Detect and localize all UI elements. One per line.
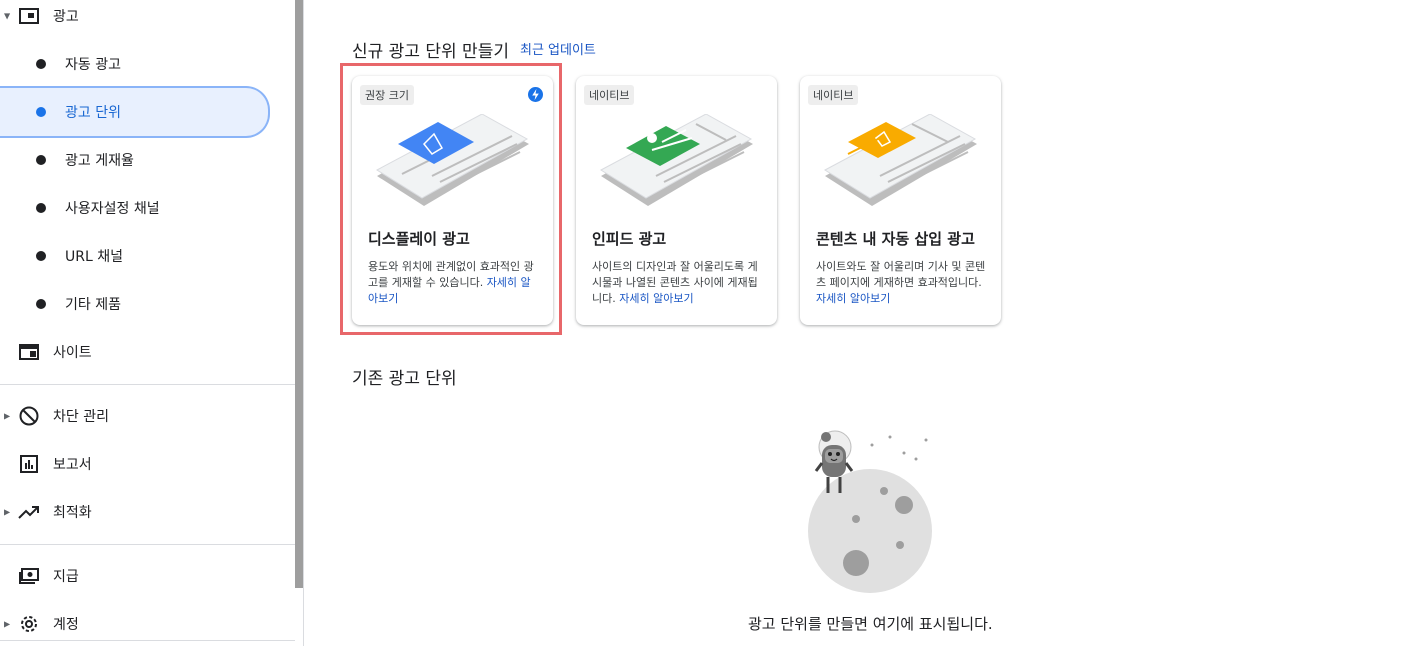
nav-blocking-label: 차단 관리 <box>53 409 109 425</box>
nav-sites-label: 사이트 <box>53 345 92 361</box>
in-feed-ad-card[interactable]: 네이티브 인피드 광고 사이트의 디자인과 잘 어울리도록 게시물과 나열된 콘… <box>576 76 777 325</box>
nav-other-products-label: 기타 제품 <box>65 297 121 313</box>
ads-icon <box>18 5 40 27</box>
sidebar-scrollbar[interactable] <box>295 0 303 588</box>
in-article-ad-illustration <box>824 114 977 206</box>
nav-ads-label: 광고 <box>53 9 79 25</box>
trending-up-icon <box>18 501 40 523</box>
nav-ad-units-label: 광고 단위 <box>65 105 121 121</box>
existing-ad-units-heading: 기존 광고 단위 <box>352 369 457 389</box>
display-ad-illustration <box>376 114 529 206</box>
nav-sites[interactable]: 사이트 <box>0 328 295 376</box>
native-badge: 네이티브 <box>584 85 635 105</box>
nav-optimization-label: 최적화 <box>53 505 92 521</box>
in-article-ad-desc-text: 사이트와도 잘 어울리며 기사 및 콘텐츠 페이지에 게재하면 효과적입니다. <box>816 260 986 289</box>
nav-custom-channels-label: 사용자설정 채널 <box>65 201 160 217</box>
divider <box>0 384 295 385</box>
block-icon <box>18 405 40 427</box>
in-article-ad-card[interactable]: 네이티브 콘텐츠 내 자동 삽입 광고 사이트와도 잘 어울리며 기사 및 콘텐… <box>800 76 1001 325</box>
bullet-icon <box>36 59 46 69</box>
empty-state-message: 광고 단위를 만들면 여기에 표시됩니다. <box>748 615 993 633</box>
bullet-icon <box>36 203 46 213</box>
native-badge: 네이티브 <box>808 85 859 105</box>
nav-ad-serving[interactable]: 광고 게재율 <box>0 136 295 184</box>
caret-right-icon[interactable]: ▶ <box>4 620 10 629</box>
nav-reports-label: 보고서 <box>53 457 92 473</box>
nav-ad-units[interactable]: 광고 단위 <box>0 86 270 138</box>
in-article-ad-description: 사이트와도 잘 어울리며 기사 및 콘텐츠 페이지에 게재하면 효과적입니다. … <box>816 259 988 307</box>
recommended-badge: 권장 크기 <box>360 85 414 105</box>
in-feed-ad-illustration <box>600 114 753 206</box>
sidebar: ▼ 광고 자동 광고 광고 단위 광고 게재율 사용자설정 채널 URL 채널 … <box>0 0 304 646</box>
nav-payments-label: 지급 <box>53 569 79 585</box>
display-ad-title: 디스플레이 광고 <box>368 230 470 248</box>
in-feed-ad-title: 인피드 광고 <box>592 230 667 248</box>
recent-updates-link[interactable]: 최근 업데이트 <box>520 39 596 58</box>
nav-auto-ads[interactable]: 자동 광고 <box>0 40 295 88</box>
divider <box>0 544 295 545</box>
nav-ads[interactable]: ▼ 광고 <box>0 0 295 40</box>
caret-right-icon[interactable]: ▶ <box>4 412 10 421</box>
nav-custom-channels[interactable]: 사용자설정 채널 <box>0 184 295 232</box>
display-ad-description: 용도와 위치에 관계없이 효과적인 광고를 게재할 수 있습니다. 자세히 알아… <box>368 259 540 307</box>
new-ad-unit-heading: 신규 광고 단위 만들기 <box>352 42 509 62</box>
in-feed-ad-description: 사이트의 디자인과 잘 어울리도록 게시물과 나열된 콘텐츠 사이에 게재됩니다… <box>592 259 764 307</box>
nav-blocking[interactable]: ▶ 차단 관리 <box>0 392 295 440</box>
nav-auto-ads-label: 자동 광고 <box>65 57 121 73</box>
bullet-icon <box>36 155 46 165</box>
nav-other-products[interactable]: 기타 제품 <box>0 280 295 328</box>
display-ad-card[interactable]: 권장 크기 디스플레이 광고 용도와 위치에 관계없이 효과적인 광고를 게재할… <box>352 76 553 325</box>
gear-icon <box>18 613 40 635</box>
nav-payments[interactable]: 지급 <box>0 552 295 600</box>
nav-optimization[interactable]: ▶ 최적화 <box>0 488 295 536</box>
nav-url-channels-label: URL 채널 <box>65 249 123 265</box>
caret-down-icon[interactable]: ▼ <box>4 12 10 21</box>
learn-more-link[interactable]: 자세히 알아보기 <box>619 292 693 305</box>
nav-url-channels[interactable]: URL 채널 <box>0 232 295 280</box>
sidebar-border <box>303 0 304 646</box>
divider <box>0 640 295 641</box>
caret-right-icon[interactable]: ▶ <box>4 508 10 517</box>
learn-more-link[interactable]: 자세히 알아보기 <box>816 292 890 305</box>
in-article-ad-title: 콘텐츠 내 자동 삽입 광고 <box>816 230 975 248</box>
bullet-icon <box>36 299 46 309</box>
nav-ad-serving-label: 광고 게재율 <box>65 153 134 169</box>
bolt-icon <box>528 87 543 102</box>
bullet-icon <box>36 251 46 261</box>
nav-reports[interactable]: 보고서 <box>0 440 295 488</box>
sites-icon <box>18 341 40 363</box>
bullet-icon <box>36 107 46 117</box>
nav-account-label: 계정 <box>53 617 79 633</box>
reports-icon <box>18 453 40 475</box>
astronaut-moon-illustration <box>808 430 932 593</box>
payments-icon <box>18 565 40 587</box>
